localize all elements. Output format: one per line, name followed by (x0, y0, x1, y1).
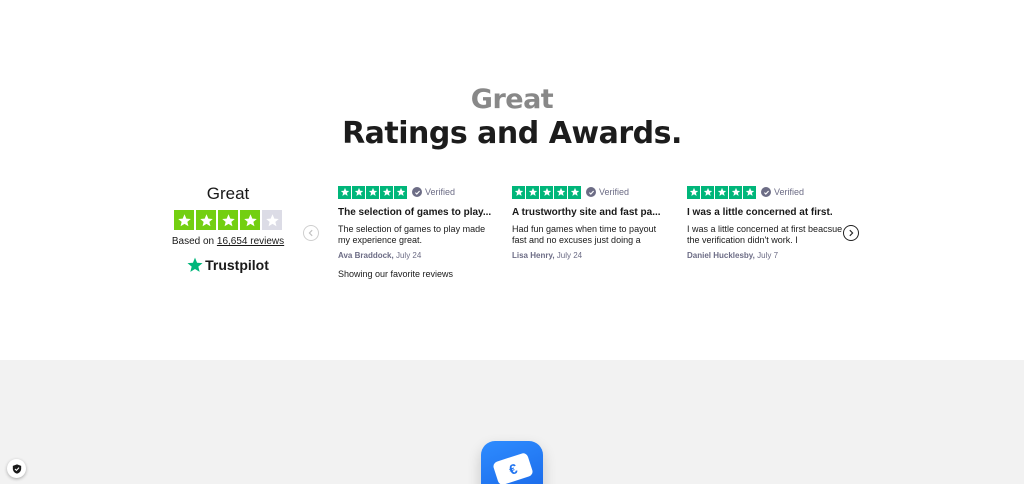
verified-badge: Verified (412, 187, 455, 197)
review-card[interactable]: Verified A trustworthy site and fast pa.… (512, 185, 672, 261)
review-title: A trustworthy site and fast pa... (512, 207, 661, 218)
verified-label: Verified (599, 187, 630, 197)
check-circle-icon (412, 187, 422, 197)
chevron-left-icon (308, 229, 313, 237)
star-icon (174, 210, 194, 230)
star-icon (715, 185, 728, 199)
review-stars (338, 185, 407, 199)
review-date: July 7 (757, 251, 779, 260)
star-icon (540, 185, 553, 199)
review-card[interactable]: Verified The selection of games to play.… (338, 185, 498, 261)
wallet-card-icon: € (481, 441, 543, 484)
review-author: Daniel Hucklesby, (687, 251, 755, 260)
trustpilot-logo[interactable]: Trustpilot (168, 257, 288, 273)
verified-badge: Verified (761, 187, 804, 197)
trustpilot-based-on: Based on 16,654 reviews (168, 236, 288, 247)
star-icon (240, 210, 260, 230)
review-meta: Ava Braddock, July 24 (338, 251, 498, 261)
review-title: I was a little concerned at first. (687, 207, 833, 218)
verified-label: Verified (774, 187, 805, 197)
section-subheading: Great (470, 84, 554, 115)
star-icon (366, 185, 379, 199)
review-date: July 24 (556, 251, 583, 260)
chevron-right-icon (849, 229, 854, 237)
review-stars (687, 185, 756, 199)
review-author: Lisa Henry, (512, 251, 555, 260)
trustpilot-stars (168, 210, 288, 230)
verified-badge: Verified (586, 187, 629, 197)
carousel-prev-button[interactable] (303, 225, 319, 241)
star-icon (701, 185, 714, 199)
trustpilot-summary: Great Based on 16,654 reviews Trustpilot (168, 184, 288, 273)
check-circle-icon (761, 187, 771, 197)
star-empty-icon (262, 210, 282, 230)
star-icon (512, 185, 525, 199)
star-icon (352, 185, 365, 199)
privacy-shield-button[interactable] (7, 459, 26, 478)
review-stars (512, 185, 581, 199)
star-icon (526, 185, 539, 199)
review-card[interactable]: Verified I was a little concerned at fir… (687, 185, 847, 261)
based-on-prefix: Based on (171, 236, 215, 247)
star-icon (338, 185, 351, 199)
star-icon (687, 185, 700, 199)
review-author: Ava Braddock, (338, 251, 394, 260)
card-icon: € (492, 452, 534, 484)
star-icon (218, 210, 238, 230)
shield-icon (12, 463, 21, 474)
trustpilot-brand: Trustpilot (205, 257, 269, 273)
trustpilot-rating-word: Great (206, 184, 250, 203)
review-body: I was a little concerned at first beacsu… (687, 224, 843, 245)
trustpilot-star-icon (187, 257, 203, 272)
review-body: Had fun games when time to payout fast a… (512, 224, 657, 245)
star-icon (196, 210, 216, 230)
star-icon (554, 185, 567, 199)
review-meta: Daniel Hucklesby, July 7 (687, 251, 847, 261)
ratings-section (0, 0, 1024, 360)
review-body: The selection of games to play made my e… (338, 224, 486, 245)
review-meta: Lisa Henry, July 24 (512, 251, 672, 261)
star-icon (394, 185, 407, 199)
review-title: The selection of games to play... (338, 207, 492, 218)
section-heading: Ratings and Awards. (342, 116, 682, 151)
showing-favorites-text: Showing our favorite reviews (338, 269, 454, 279)
reviews-count-link[interactable]: 16,654 reviews (217, 236, 284, 247)
star-icon (729, 185, 742, 199)
star-icon (380, 185, 393, 199)
verified-label: Verified (425, 187, 456, 197)
check-circle-icon (586, 187, 596, 197)
star-icon (568, 185, 581, 199)
carousel-next-button[interactable] (843, 225, 859, 241)
star-icon (743, 185, 756, 199)
review-date: July 24 (395, 251, 422, 260)
